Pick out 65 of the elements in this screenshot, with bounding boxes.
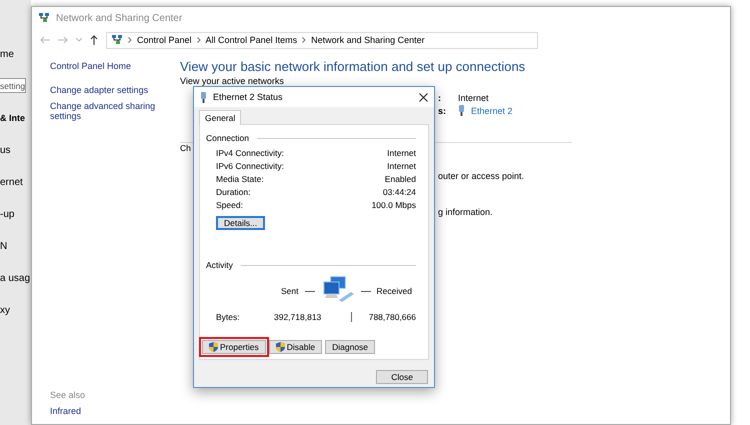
- dialog-button[interactable]: Properties: [202, 340, 266, 354]
- group-title: Activity: [206, 260, 233, 270]
- settings-nav-item[interactable]: ernet: [0, 166, 23, 198]
- received-label: Received: [376, 286, 412, 296]
- row-label: IPv6 Connectivity:: [216, 160, 284, 170]
- network-icon: [111, 34, 123, 46]
- network-icon: [38, 12, 50, 24]
- settings-nav-item[interactable]: N: [0, 230, 8, 262]
- ethernet-icon: [200, 92, 207, 102]
- breadcrumb[interactable]: All Control Panel Items: [206, 35, 298, 45]
- close-button[interactable]: Close: [376, 370, 428, 384]
- sidebar-link[interactable]: Change adapter settings: [50, 85, 160, 95]
- page-heading: View your basic network information and set up connections: [180, 59, 526, 75]
- row-value: 100.0 Mbps: [372, 200, 416, 210]
- window-title: Network and Sharing Center: [56, 12, 182, 24]
- chevron-icon: [302, 37, 306, 43]
- row-value: Internet: [387, 148, 416, 158]
- address-bar[interactable]: Control Panel All Control Panel Items Network and Sharing Center: [106, 32, 538, 48]
- shield-icon: [276, 342, 285, 352]
- ethernet-icon: [458, 105, 465, 116]
- access-type-value: Internet: [458, 93, 489, 103]
- search-field[interactable]: setting: [0, 78, 26, 93]
- tab[interactable]: General: [199, 110, 242, 125]
- dialog-title: Ethernet 2 Status: [213, 92, 284, 102]
- settings-heading: & Inte: [0, 112, 26, 125]
- settings-nav-item[interactable]: xy: [0, 294, 10, 326]
- row-value: 03:44:24: [382, 186, 416, 196]
- breadcrumb[interactable]: Control Panel: [137, 35, 192, 45]
- bytes-sent-value: 392,718,813: [274, 312, 322, 322]
- label-fragment: :: [438, 93, 442, 103]
- row-label: Duration:: [216, 186, 250, 196]
- settings-nav-item[interactable]: me: [0, 38, 14, 70]
- bytes-label: Bytes:: [216, 312, 241, 322]
- sent-label: Sent: [281, 286, 298, 296]
- shield-icon: [209, 342, 218, 352]
- chevron-icon: [196, 37, 201, 43]
- bytes-received-value: 788,780,666: [368, 312, 416, 322]
- details-button[interactable]: Details...: [216, 216, 266, 230]
- label-fragment: s:: [438, 106, 448, 116]
- breadcrumb[interactable]: Network and Sharing Center: [311, 35, 425, 45]
- dialog-button[interactable]: Diagnose: [325, 340, 376, 354]
- close-icon[interactable]: [419, 92, 428, 102]
- settings-nav-item[interactable]: -up: [0, 198, 14, 230]
- see-also-label: See also: [50, 390, 86, 400]
- forward-arrow-icon[interactable]: [58, 36, 68, 44]
- connection-link[interactable]: Ethernet 2: [471, 106, 513, 116]
- settings-nav-item[interactable]: us: [0, 134, 11, 166]
- text-fragment: outer or access point.: [438, 171, 526, 181]
- section-label: View your active networks: [180, 76, 285, 86]
- up-arrow-icon[interactable]: [90, 35, 98, 45]
- back-arrow-icon[interactable]: [40, 36, 50, 44]
- settings-nav-item[interactable]: a usag: [0, 262, 30, 294]
- row-value: Internet: [387, 160, 416, 170]
- group-title: Connection: [206, 133, 250, 143]
- sidebar-link[interactable]: Change advanced sharing settings: [50, 101, 160, 121]
- chevron-icon: [128, 37, 132, 43]
- row-label: Speed:: [216, 200, 243, 210]
- row-value: Enabled: [384, 174, 416, 184]
- text-fragment: g information.: [438, 207, 494, 217]
- sidebar-link[interactable]: Control Panel Home: [50, 61, 160, 71]
- caret-icon[interactable]: [76, 38, 82, 42]
- row-label: IPv4 Connectivity:: [216, 148, 284, 158]
- dialog-button[interactable]: Disable: [268, 340, 322, 354]
- row-label: Media State:: [216, 174, 264, 184]
- sidebar-link[interactable]: Infrared: [50, 406, 160, 416]
